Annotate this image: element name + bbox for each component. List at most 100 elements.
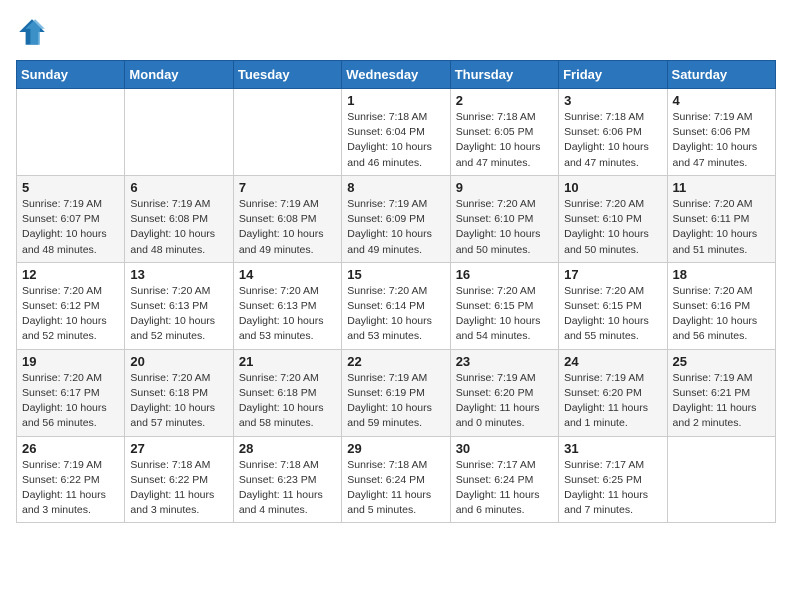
day-number: 13 <box>130 267 227 282</box>
cell-content: Sunrise: 7:19 AM Sunset: 6:22 PM Dayligh… <box>22 458 119 519</box>
cell-content: Sunrise: 7:20 AM Sunset: 6:10 PM Dayligh… <box>564 197 661 258</box>
page-header <box>16 16 776 48</box>
weekday-header-monday: Monday <box>125 61 233 89</box>
calendar-cell: 30 Sunrise: 7:17 AM Sunset: 6:24 PM Dayli… <box>450 436 558 523</box>
day-number: 1 <box>347 93 444 108</box>
day-number: 19 <box>22 354 119 369</box>
calendar-cell: 12 Sunrise: 7:20 AM Sunset: 6:12 PM Dayli… <box>17 262 125 349</box>
day-number: 9 <box>456 180 553 195</box>
calendar-cell: 3Sunrise: 7:18 AM Sunset: 6:06 PM Daylig… <box>559 89 667 176</box>
calendar-cell: 6 Sunrise: 7:19 AM Sunset: 6:08 PM Daylig… <box>125 175 233 262</box>
day-number: 17 <box>564 267 661 282</box>
calendar-cell: 2 Sunrise: 7:18 AM Sunset: 6:05 PM Daylig… <box>450 89 558 176</box>
calendar-cell: 4 Sunrise: 7:19 AM Sunset: 6:06 PM Daylig… <box>667 89 775 176</box>
day-number: 21 <box>239 354 336 369</box>
logo <box>16 16 52 48</box>
day-number: 16 <box>456 267 553 282</box>
day-number: 4 <box>673 93 770 108</box>
calendar-cell <box>667 436 775 523</box>
cell-content: Sunrise: 7:18 AM Sunset: 6:24 PM Dayligh… <box>347 458 444 519</box>
cell-content: Sunrise: 7:19 AM Sunset: 6:06 PM Dayligh… <box>673 110 770 171</box>
calendar-cell: 5 Sunrise: 7:19 AM Sunset: 6:07 PM Daylig… <box>17 175 125 262</box>
calendar-week-row: 1 Sunrise: 7:18 AM Sunset: 6:04 PM Daylig… <box>17 89 776 176</box>
calendar-cell: 9 Sunrise: 7:20 AM Sunset: 6:10 PM Daylig… <box>450 175 558 262</box>
day-number: 11 <box>673 180 770 195</box>
cell-content: Sunrise: 7:20 AM Sunset: 6:15 PM Dayligh… <box>564 284 661 345</box>
cell-content: Sunrise: 7:20 AM Sunset: 6:10 PM Dayligh… <box>456 197 553 258</box>
cell-content: Sunrise: 7:20 AM Sunset: 6:18 PM Dayligh… <box>130 371 227 432</box>
cell-content: Sunrise: 7:20 AM Sunset: 6:14 PM Dayligh… <box>347 284 444 345</box>
day-number: 2 <box>456 93 553 108</box>
calendar-cell <box>125 89 233 176</box>
day-number: 26 <box>22 441 119 456</box>
calendar-cell: 26 Sunrise: 7:19 AM Sunset: 6:22 PM Dayli… <box>17 436 125 523</box>
weekday-header-friday: Friday <box>559 61 667 89</box>
cell-content: Sunrise: 7:20 AM Sunset: 6:13 PM Dayligh… <box>239 284 336 345</box>
weekday-header-tuesday: Tuesday <box>233 61 341 89</box>
cell-content: Sunrise: 7:20 AM Sunset: 6:12 PM Dayligh… <box>22 284 119 345</box>
day-number: 5 <box>22 180 119 195</box>
day-number: 10 <box>564 180 661 195</box>
calendar-cell: 1 Sunrise: 7:18 AM Sunset: 6:04 PM Daylig… <box>342 89 450 176</box>
calendar-cell: 21 Sunrise: 7:20 AM Sunset: 6:18 PM Dayli… <box>233 349 341 436</box>
calendar-cell: 23 Sunrise: 7:19 AM Sunset: 6:20 PM Dayli… <box>450 349 558 436</box>
calendar-cell: 17 Sunrise: 7:20 AM Sunset: 6:15 PM Dayli… <box>559 262 667 349</box>
day-number: 8 <box>347 180 444 195</box>
calendar-week-row: 19 Sunrise: 7:20 AM Sunset: 6:17 PM Dayli… <box>17 349 776 436</box>
day-number: 28 <box>239 441 336 456</box>
cell-content: Sunrise: 7:20 AM Sunset: 6:16 PM Dayligh… <box>673 284 770 345</box>
day-number: 25 <box>673 354 770 369</box>
calendar-table: SundayMondayTuesdayWednesdayThursdayFrid… <box>16 60 776 523</box>
calendar-cell: 11 Sunrise: 7:20 AM Sunset: 6:11 PM Dayli… <box>667 175 775 262</box>
cell-content: Sunrise: 7:18 AM Sunset: 6:05 PM Dayligh… <box>456 110 553 171</box>
cell-content: Sunrise: 7:18 AM Sunset: 6:22 PM Dayligh… <box>130 458 227 519</box>
cell-content: Sunrise: 7:19 AM Sunset: 6:20 PM Dayligh… <box>564 371 661 432</box>
day-number: 6 <box>130 180 227 195</box>
day-number: 29 <box>347 441 444 456</box>
day-number: 27 <box>130 441 227 456</box>
calendar-cell: 13 Sunrise: 7:20 AM Sunset: 6:13 PM Dayli… <box>125 262 233 349</box>
cell-content: Sunrise: 7:20 AM Sunset: 6:11 PM Dayligh… <box>673 197 770 258</box>
cell-content: Sunrise: 7:18 AM Sunset: 6:06 PM Dayligh… <box>564 110 661 171</box>
cell-content: Sunrise: 7:19 AM Sunset: 6:20 PM Dayligh… <box>456 371 553 432</box>
calendar-cell: 15Sunrise: 7:20 AM Sunset: 6:14 PM Dayli… <box>342 262 450 349</box>
calendar-cell: 7 Sunrise: 7:19 AM Sunset: 6:08 PM Daylig… <box>233 175 341 262</box>
cell-content: Sunrise: 7:18 AM Sunset: 6:04 PM Dayligh… <box>347 110 444 171</box>
calendar-cell: 8 Sunrise: 7:19 AM Sunset: 6:09 PM Daylig… <box>342 175 450 262</box>
cell-content: Sunrise: 7:19 AM Sunset: 6:09 PM Dayligh… <box>347 197 444 258</box>
cell-content: Sunrise: 7:19 AM Sunset: 6:21 PM Dayligh… <box>673 371 770 432</box>
calendar-cell <box>17 89 125 176</box>
cell-content: Sunrise: 7:19 AM Sunset: 6:19 PM Dayligh… <box>347 371 444 432</box>
calendar-cell: 27 Sunrise: 7:18 AM Sunset: 6:22 PM Dayli… <box>125 436 233 523</box>
weekday-header-thursday: Thursday <box>450 61 558 89</box>
calendar-cell: 10 Sunrise: 7:20 AM Sunset: 6:10 PM Dayli… <box>559 175 667 262</box>
cell-content: Sunrise: 7:20 AM Sunset: 6:17 PM Dayligh… <box>22 371 119 432</box>
day-number: 14 <box>239 267 336 282</box>
day-number: 30 <box>456 441 553 456</box>
weekday-header-sunday: Sunday <box>17 61 125 89</box>
calendar-cell: 16 Sunrise: 7:20 AM Sunset: 6:15 PM Dayli… <box>450 262 558 349</box>
cell-content: Sunrise: 7:20 AM Sunset: 6:18 PM Dayligh… <box>239 371 336 432</box>
day-number: 23 <box>456 354 553 369</box>
cell-content: Sunrise: 7:19 AM Sunset: 6:07 PM Dayligh… <box>22 197 119 258</box>
cell-content: Sunrise: 7:19 AM Sunset: 6:08 PM Dayligh… <box>130 197 227 258</box>
cell-content: Sunrise: 7:17 AM Sunset: 6:25 PM Dayligh… <box>564 458 661 519</box>
cell-content: Sunrise: 7:20 AM Sunset: 6:15 PM Dayligh… <box>456 284 553 345</box>
calendar-week-row: 5 Sunrise: 7:19 AM Sunset: 6:07 PM Daylig… <box>17 175 776 262</box>
cell-content: Sunrise: 7:17 AM Sunset: 6:24 PM Dayligh… <box>456 458 553 519</box>
day-number: 7 <box>239 180 336 195</box>
calendar-cell: 28Sunrise: 7:18 AM Sunset: 6:23 PM Dayli… <box>233 436 341 523</box>
cell-content: Sunrise: 7:20 AM Sunset: 6:13 PM Dayligh… <box>130 284 227 345</box>
day-number: 31 <box>564 441 661 456</box>
day-number: 18 <box>673 267 770 282</box>
calendar-cell: 25 Sunrise: 7:19 AM Sunset: 6:21 PM Dayli… <box>667 349 775 436</box>
weekday-header-saturday: Saturday <box>667 61 775 89</box>
calendar-week-row: 12 Sunrise: 7:20 AM Sunset: 6:12 PM Dayli… <box>17 262 776 349</box>
day-number: 12 <box>22 267 119 282</box>
calendar-cell: 18 Sunrise: 7:20 AM Sunset: 6:16 PM Dayli… <box>667 262 775 349</box>
calendar-cell <box>233 89 341 176</box>
calendar-cell: 29 Sunrise: 7:18 AM Sunset: 6:24 PM Dayli… <box>342 436 450 523</box>
calendar-cell: 31 Sunrise: 7:17 AM Sunset: 6:25 PM Dayli… <box>559 436 667 523</box>
weekday-header-wednesday: Wednesday <box>342 61 450 89</box>
cell-content: Sunrise: 7:19 AM Sunset: 6:08 PM Dayligh… <box>239 197 336 258</box>
